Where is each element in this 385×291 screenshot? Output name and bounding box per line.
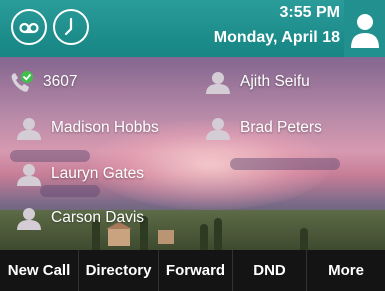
- person-icon: [16, 206, 42, 230]
- user-avatar-button[interactable]: [344, 0, 385, 57]
- favorite-contact-madison-hobbs[interactable]: Madison Hobbs: [16, 114, 159, 142]
- clock-date: Monday, April 18: [213, 29, 340, 46]
- contact-name: Carson Davis: [51, 209, 145, 226]
- favorite-contact-carson-davis[interactable]: Carson Davis: [16, 204, 144, 232]
- softkey-directory[interactable]: Directory: [79, 250, 159, 291]
- background-tree: [214, 218, 222, 250]
- background-cloud: [230, 158, 340, 170]
- contact-name: Ajith Seifu: [240, 73, 310, 90]
- favorite-contact-ajith-seifu[interactable]: Ajith Seifu: [205, 68, 310, 96]
- favorite-contact-brad-peters[interactable]: Brad Peters: [205, 114, 322, 142]
- call-history-button[interactable]: [53, 9, 89, 45]
- background-tree: [300, 228, 308, 250]
- contact-name: Lauryn Gates: [51, 165, 145, 182]
- person-icon: [16, 116, 42, 140]
- softkey-forward[interactable]: Forward: [159, 250, 233, 291]
- contact-name: Brad Peters: [240, 119, 322, 136]
- softkey-bar: New Call Directory Forward DND More: [0, 250, 385, 291]
- favorite-contact-lauryn-gates[interactable]: Lauryn Gates: [16, 160, 144, 188]
- user-avatar-icon: [351, 14, 379, 48]
- softkey-more[interactable]: More: [307, 250, 385, 291]
- phone-registered-icon: [8, 70, 34, 94]
- clock-icon: [64, 17, 73, 36]
- clock-time: 3:55 PM: [279, 4, 340, 21]
- softkey-new-call[interactable]: New Call: [0, 250, 79, 291]
- softkey-dnd[interactable]: DND: [233, 250, 307, 291]
- contact-name: Madison Hobbs: [51, 119, 159, 136]
- voicemail-button[interactable]: [11, 9, 47, 45]
- status-bar: 3:55 PM Monday, April 18: [0, 0, 385, 57]
- person-icon: [16, 162, 42, 186]
- voicemail-icon: [19, 22, 39, 34]
- line-key-label: 3607: [43, 73, 78, 90]
- line-key-3607[interactable]: 3607: [8, 68, 77, 96]
- phone-screen: 3:55 PM Monday, April 18 3607 Ajith Seif…: [0, 0, 385, 291]
- background-tree: [200, 224, 208, 250]
- person-icon: [205, 116, 231, 140]
- background-house: [158, 230, 174, 244]
- person-icon: [205, 70, 231, 94]
